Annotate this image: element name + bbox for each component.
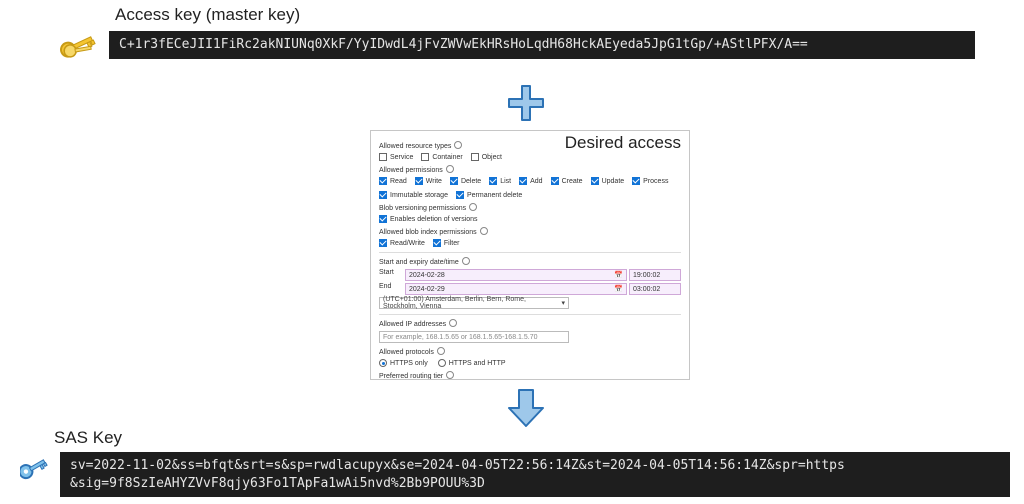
sas-key-label: SAS Key [20,428,1010,448]
end-date-input[interactable]: 2024-02-29📅 [405,283,627,295]
calendar-icon: 📅 [614,271,623,279]
key-icon [20,455,52,495]
info-icon [454,141,462,151]
arrow-down-icon [505,386,547,428]
start-date-input[interactable]: 2024-02-28📅 [405,269,627,281]
chk-add[interactable]: Add [519,177,542,185]
chk-create[interactable]: Create [551,177,583,185]
panel-title: Desired access [565,133,681,153]
timezone-select[interactable]: (UTC+01:00) Amsterdam, Berlin, Bern, Rom… [379,297,569,309]
key-icon [55,29,101,61]
sas-key-value: sv=2022-11-02&ss=bfqt&srt=s&sp=rwdlacupy… [60,452,1010,497]
desired-access-panel: Desired access Allowed resource types Se… [370,130,690,380]
sas-line-1: sv=2022-11-02&ss=bfqt&srt=s&sp=rwdlacupy… [70,457,1000,475]
chk-enable-del-versions[interactable]: Enables deletion of versions [379,215,478,223]
datetime-label: Start and expiry date/time [379,257,681,267]
start-time-input[interactable]: 19:00:02 [629,269,681,281]
chk-container[interactable]: Container [421,153,462,161]
date-grid: Start 2024-02-28📅 19:00:02 End 2024-02-2… [379,269,681,295]
chk-readwrite[interactable]: Read/Write [379,239,425,247]
blob-versioning-label: Blob versioning permissions [379,203,681,213]
ip-label: Allowed IP addresses [379,319,681,329]
info-icon [446,165,454,175]
chk-object[interactable]: Object [471,153,502,161]
plus-icon [505,82,547,124]
chk-service[interactable]: Service [379,153,413,161]
info-icon [480,227,488,237]
chk-list[interactable]: List [489,177,511,185]
start-label: Start [379,269,403,281]
chk-write[interactable]: Write [415,177,442,185]
calendar-icon: 📅 [614,285,623,293]
chk-delete[interactable]: Delete [450,177,481,185]
chk-read[interactable]: Read [379,177,407,185]
routing-label: Preferred routing tier [379,371,681,380]
end-time-input[interactable]: 03:00:02 [629,283,681,295]
sas-line-2: &sig=9f8SzIeAHYZVvF8qjy63Fo1TApFa1wAi5nv… [70,475,1000,493]
chk-permdelete[interactable]: Permanent delete [456,191,522,199]
access-key-label: Access key (master key) [55,5,975,25]
chevron-down-icon: ▾ [561,299,565,307]
info-icon [469,203,477,213]
radio-https-only[interactable]: HTTPS only [379,359,428,367]
sas-key-block: SAS Key sv=2022-11-02&ss=bfqt&srt=s&sp=r… [20,428,1010,497]
chk-immutable[interactable]: Immutable storage [379,191,448,199]
radio-https-http[interactable]: HTTPS and HTTP [438,359,506,367]
resource-types-row: Service Container Object [379,153,681,161]
access-key-block: Access key (master key) C+1r3fECeJII1FiR… [55,5,975,61]
info-icon [462,257,470,267]
chk-filter[interactable]: Filter [433,239,460,247]
chk-process[interactable]: Process [632,177,668,185]
chk-update[interactable]: Update [591,177,625,185]
blob-index-label: Allowed blob index permissions [379,227,681,237]
end-label: End [379,283,403,295]
protocols-label: Allowed protocols [379,347,681,357]
info-icon [437,347,445,357]
permissions-row: Read Write Delete List Add Create Update… [379,177,681,199]
permissions-label: Allowed permissions [379,165,681,175]
access-key-value: C+1r3fECeJII1FiRc2akNIUNq0XkF/YyIDwdL4jF… [109,31,975,59]
info-icon [446,371,454,380]
ip-input[interactable]: For example, 168.1.5.65 or 168.1.5.65-16… [379,331,569,343]
info-icon [449,319,457,329]
